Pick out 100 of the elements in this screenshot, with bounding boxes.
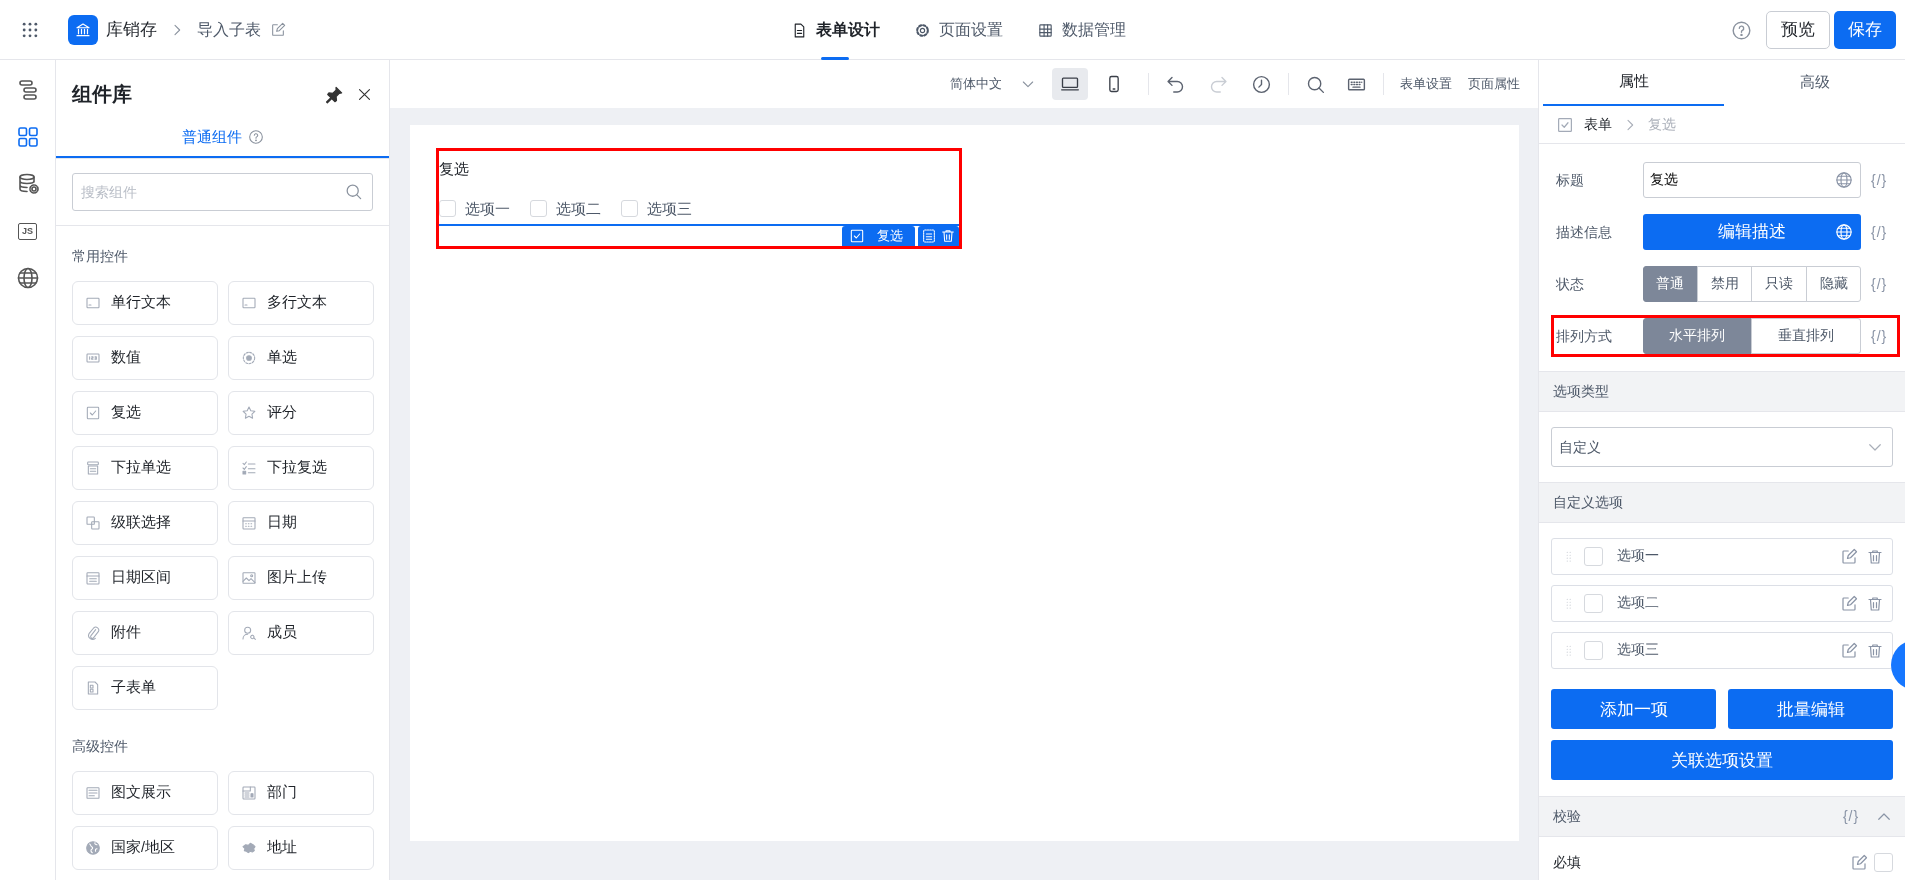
edit-description-button[interactable]: 编辑描述	[1642, 214, 1862, 250]
desktop-view-button[interactable]	[1052, 68, 1088, 100]
component-item[interactable]: 图片上传	[228, 556, 374, 600]
section-heading: 自定义选项	[1553, 493, 1623, 512]
checkbox[interactable]	[621, 200, 638, 218]
delete-icon[interactable]	[1866, 641, 1884, 660]
language-dropdown[interactable]: 简体中文	[950, 74, 1036, 94]
pin-icon[interactable]	[325, 84, 344, 104]
js-icon[interactable]: JS	[18, 222, 37, 240]
globe-icon[interactable]	[15, 266, 40, 290]
checkbox-icon	[849, 228, 865, 244]
header-tab[interactable]: 表单设计	[790, 0, 880, 60]
component-item[interactable]: 下拉单选	[72, 446, 218, 490]
number-input-icon	[85, 350, 101, 366]
component-item[interactable]: 单行文本	[72, 281, 218, 325]
field-label: 状态	[1555, 274, 1585, 294]
action-button[interactable]: 批量编辑	[1728, 689, 1893, 729]
dropdown-list-icon	[85, 460, 101, 476]
segment-option[interactable]: 垂直排列	[1751, 318, 1862, 354]
preview-button[interactable]: 预览	[1766, 11, 1830, 49]
paperclip-icon	[85, 625, 101, 641]
component-item[interactable]: 数值	[72, 336, 218, 380]
edit-icon[interactable]	[1850, 853, 1868, 872]
checkbox[interactable]	[1874, 853, 1893, 872]
field-label: 复选	[439, 159, 470, 179]
section-heading: 校验	[1553, 807, 1582, 826]
segment-option[interactable]: 普通	[1642, 266, 1698, 302]
title-input[interactable]: 复选	[1642, 162, 1862, 198]
radio-icon	[241, 350, 257, 366]
toolbar-link[interactable]: 页面属性	[1468, 74, 1520, 94]
app-name[interactable]: 库销存	[106, 17, 157, 43]
checkbox[interactable]	[530, 200, 547, 218]
delete-icon[interactable]	[940, 228, 956, 244]
component-item[interactable]: 评分	[228, 391, 374, 435]
copy-icon[interactable]	[921, 228, 937, 244]
properties-tab[interactable]: 高级	[1724, 60, 1905, 106]
text-input-icon	[241, 295, 257, 311]
save-button[interactable]: 保存	[1834, 11, 1896, 49]
edit-icon[interactable]	[1840, 547, 1858, 566]
component-item[interactable]: 级联选择	[72, 501, 218, 545]
toolbar-link[interactable]: 表单设置	[1400, 74, 1452, 94]
action-button[interactable]: 关联选项设置	[1551, 740, 1893, 780]
delete-icon[interactable]	[1866, 594, 1884, 613]
search-field[interactable]: 搜索组件	[72, 173, 373, 211]
checkbox-icon	[1556, 115, 1574, 134]
edit-icon[interactable]	[1840, 641, 1858, 660]
clock-icon[interactable]	[1251, 73, 1272, 95]
component-item[interactable]: 附件	[72, 611, 218, 655]
apps-menu-icon[interactable]	[20, 20, 40, 40]
stacked-squares-icon	[85, 515, 101, 531]
field-label: 必填	[1553, 853, 1582, 872]
header-tab[interactable]: 页面设置	[913, 0, 1003, 60]
component-item[interactable]: 日期	[228, 501, 374, 545]
checklist-icon	[241, 460, 257, 476]
action-button[interactable]: 添加一项	[1551, 689, 1716, 729]
panel-title: 组件库	[72, 82, 133, 107]
globe-icon	[85, 840, 101, 856]
breadcrumb-item[interactable]: 表单	[1584, 114, 1612, 135]
component-item[interactable]: 子表单	[72, 666, 218, 710]
properties-tab[interactable]: 属性	[1543, 60, 1724, 106]
calendar-icon	[85, 570, 101, 586]
checkbox[interactable]	[1584, 594, 1603, 613]
edit-icon[interactable]	[1840, 594, 1858, 613]
option-label: 选项一	[1617, 547, 1660, 566]
segment-option[interactable]: 水平排列	[1642, 318, 1753, 354]
text-block-icon	[85, 785, 101, 801]
field-label: 排列方式	[1555, 326, 1613, 346]
image-icon	[241, 570, 257, 586]
delete-icon[interactable]	[1866, 547, 1884, 566]
segment-option[interactable]: 只读	[1751, 266, 1807, 302]
calendar-icon	[241, 515, 257, 531]
grid-icon[interactable]	[15, 125, 40, 149]
globe-icon	[1835, 223, 1854, 241]
header-tab[interactable]: 数据管理	[1036, 0, 1126, 60]
page-name: 导入子表	[197, 20, 261, 40]
gear-icon	[913, 21, 931, 39]
segment-option[interactable]: 禁用	[1696, 266, 1753, 302]
component-item[interactable]: 图文展示	[72, 771, 218, 815]
checkbox[interactable]	[1584, 547, 1603, 566]
checkbox[interactable]	[1584, 641, 1603, 660]
edit-icon[interactable]	[270, 22, 286, 38]
panel-tab[interactable]: 普通组件	[56, 118, 389, 158]
component-item[interactable]: 单选	[228, 336, 374, 380]
component-item[interactable]: 多行文本	[228, 281, 374, 325]
option-type-select[interactable]: 自定义	[1551, 427, 1893, 467]
map-icon	[241, 840, 257, 856]
component-item[interactable]: 成员	[228, 611, 374, 655]
document-icon	[85, 680, 101, 696]
segment-option[interactable]: 隐藏	[1805, 266, 1862, 302]
help-icon[interactable]	[1731, 19, 1752, 41]
component-item[interactable]: 下拉复选	[228, 446, 374, 490]
component-item[interactable]: 国家/地区	[72, 826, 218, 870]
component-item[interactable]: 复选	[72, 391, 218, 435]
text-input-icon	[85, 295, 101, 311]
field-label: 标题	[1555, 170, 1585, 190]
component-item[interactable]: 地址	[228, 826, 374, 870]
component-item[interactable]: 部门	[228, 771, 374, 815]
checkbox[interactable]	[439, 200, 456, 218]
star-icon	[241, 405, 257, 421]
component-item[interactable]: 日期区间	[72, 556, 218, 600]
